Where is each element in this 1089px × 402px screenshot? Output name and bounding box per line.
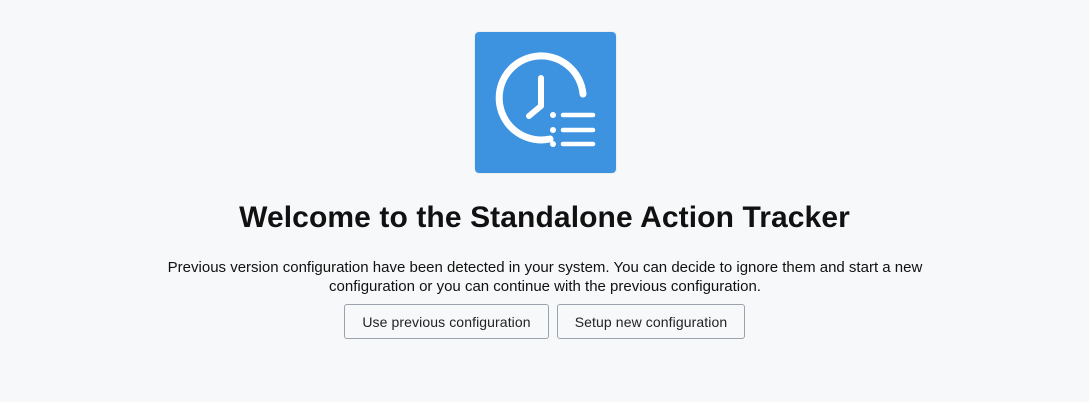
action-buttons: Use previous configuration Setup new con… (0, 304, 1089, 339)
setup-new-configuration-button[interactable]: Setup new configuration (557, 304, 745, 339)
welcome-title: Welcome to the Standalone Action Tracker (239, 201, 850, 234)
use-previous-configuration-button[interactable]: Use previous configuration (344, 304, 549, 339)
welcome-message: Previous version configuration have been… (167, 259, 923, 295)
clock-list-icon (495, 52, 596, 147)
app-logo (475, 32, 616, 173)
welcome-page: Welcome to the Standalone Action Tracker… (0, 0, 1089, 402)
